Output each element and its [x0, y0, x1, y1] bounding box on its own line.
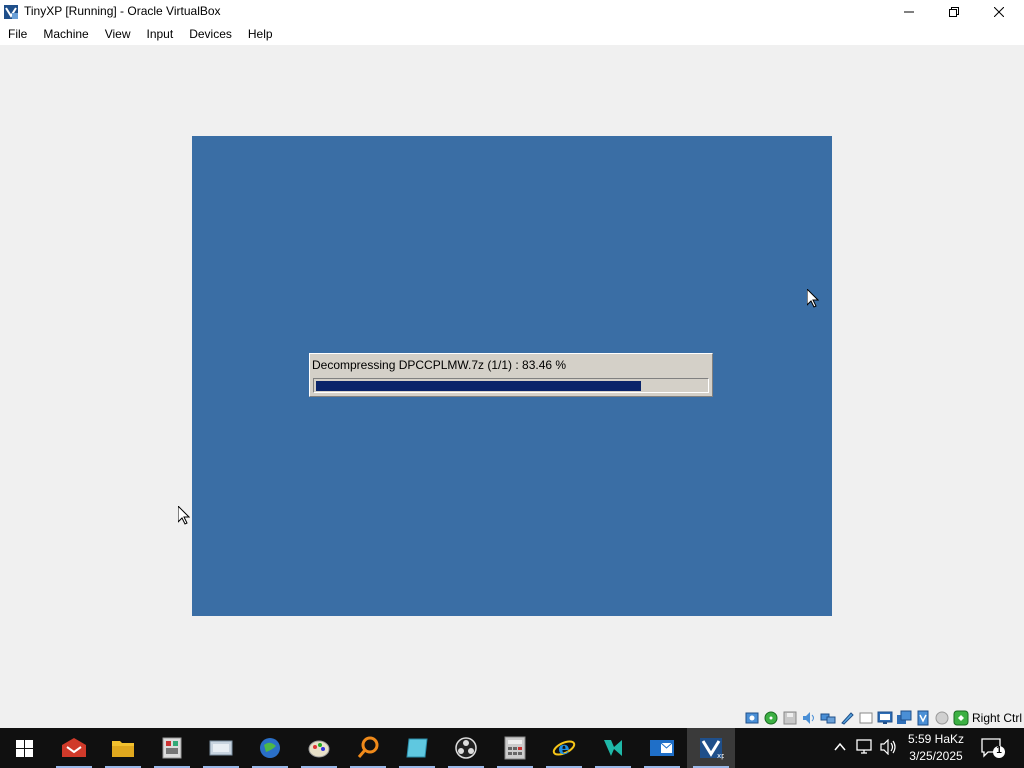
menu-machine[interactable]: Machine: [35, 24, 96, 45]
taskbar-clock[interactable]: 5:59 HaKz 3/25/2025: [900, 731, 972, 765]
taskbar-virtualbox[interactable]: xp: [687, 728, 735, 768]
taskbar-globe[interactable]: [246, 728, 294, 768]
notification-count: 1: [996, 745, 1002, 756]
vbox-status-bar: Right Ctrl: [0, 708, 1024, 728]
file-explorer-icon: [112, 741, 134, 757]
restore-button[interactable]: [931, 0, 976, 24]
menu-help[interactable]: Help: [240, 24, 281, 45]
audio-icon[interactable]: [801, 710, 817, 726]
decompress-progress-dialog: Decompressing DPCCPLMW.7z (1/1) : 83.46 …: [309, 353, 713, 397]
svg-text:e: e: [558, 738, 569, 759]
obs-icon: [455, 737, 477, 759]
disk-tool-icon: [209, 740, 233, 756]
windows-taskbar: e xp 5:59 HaKz 3/25/2025 1: [0, 728, 1024, 768]
progress-bar-fill: [316, 381, 641, 391]
floppy-icon[interactable]: [782, 710, 798, 726]
close-icon: [993, 7, 1004, 17]
show-hidden-icons-chevron-icon[interactable]: [834, 742, 846, 752]
start-button[interactable]: [0, 728, 48, 768]
title-bar: TinyXP [Running] - Oracle VirtualBox: [0, 0, 1024, 24]
host-mouse-cursor-icon: [178, 506, 190, 525]
guest-mouse-cursor-icon: [807, 289, 819, 308]
network-tray-icon[interactable]: [856, 739, 874, 755]
optical-drive-icon[interactable]: [763, 710, 779, 726]
taskbar-calculator[interactable]: [491, 728, 539, 768]
visual-studio-icon: [604, 740, 622, 756]
taskbar-search-tool[interactable]: [344, 728, 392, 768]
app-red-icon: [62, 738, 86, 757]
menu-input[interactable]: Input: [139, 24, 182, 45]
calculator-icon: [504, 736, 526, 760]
progress-bar: [313, 378, 709, 393]
svg-text:xp: xp: [717, 752, 724, 760]
internet-explorer-icon: e: [552, 738, 576, 759]
minimize-icon: [903, 11, 914, 13]
menu-bar: File Machine View Input Devices Help: [0, 24, 1024, 45]
taskbar-file-explorer[interactable]: [99, 728, 147, 768]
network-icon[interactable]: [820, 710, 836, 726]
cpu-icon[interactable]: [934, 710, 950, 726]
taskbar-obs[interactable]: [442, 728, 490, 768]
search-magnifier-icon: [357, 736, 379, 758]
restore-icon: [948, 7, 959, 17]
host-key-label[interactable]: Right Ctrl: [972, 711, 1022, 725]
clock-time: 5:59 HaKz: [907, 732, 965, 746]
hard-disk-icon[interactable]: [744, 710, 760, 726]
virtualbox-icon: xp: [700, 738, 724, 760]
archive-manager-icon: [162, 737, 182, 759]
video-capture-icon[interactable]: [896, 710, 912, 726]
shared-folders-icon[interactable]: [858, 710, 874, 726]
taskbar-outlook[interactable]: [638, 728, 686, 768]
minimize-button[interactable]: [886, 0, 931, 24]
paint-icon: [308, 740, 330, 758]
usb-icon[interactable]: [839, 710, 855, 726]
menu-view[interactable]: View: [97, 24, 139, 45]
menu-devices[interactable]: Devices: [181, 24, 240, 45]
vm-display[interactable]: Decompressing DPCCPLMW.7z (1/1) : 83.46 …: [192, 136, 832, 616]
menu-file[interactable]: File: [0, 24, 35, 45]
clock-date: 3/25/2025: [909, 749, 963, 763]
progress-label: Decompressing DPCCPLMW.7z (1/1) : 83.46 …: [312, 358, 567, 372]
windows-start-icon: [15, 739, 33, 757]
taskbar-internet-explorer[interactable]: e: [540, 728, 588, 768]
window-title: TinyXP [Running] - Oracle VirtualBox: [24, 4, 221, 18]
virtualbox-app-icon: [4, 5, 18, 19]
taskbar-disk-tool[interactable]: [197, 728, 245, 768]
mouse-integration-icon[interactable]: [953, 710, 969, 726]
notes-icon: [406, 738, 428, 758]
taskbar-notes[interactable]: [393, 728, 441, 768]
taskbar-visual-studio[interactable]: [589, 728, 637, 768]
action-center-button[interactable]: 1: [980, 736, 1006, 760]
taskbar-paint[interactable]: [295, 728, 343, 768]
globe-icon: [260, 738, 280, 758]
outlook-icon: [650, 740, 674, 756]
close-button[interactable]: [976, 0, 1021, 24]
taskbar-app-red[interactable]: [50, 728, 98, 768]
display-icon[interactable]: [877, 710, 893, 726]
recording-icon[interactable]: [915, 710, 931, 726]
volume-tray-icon[interactable]: [880, 739, 898, 755]
taskbar-archive-manager[interactable]: [148, 728, 196, 768]
